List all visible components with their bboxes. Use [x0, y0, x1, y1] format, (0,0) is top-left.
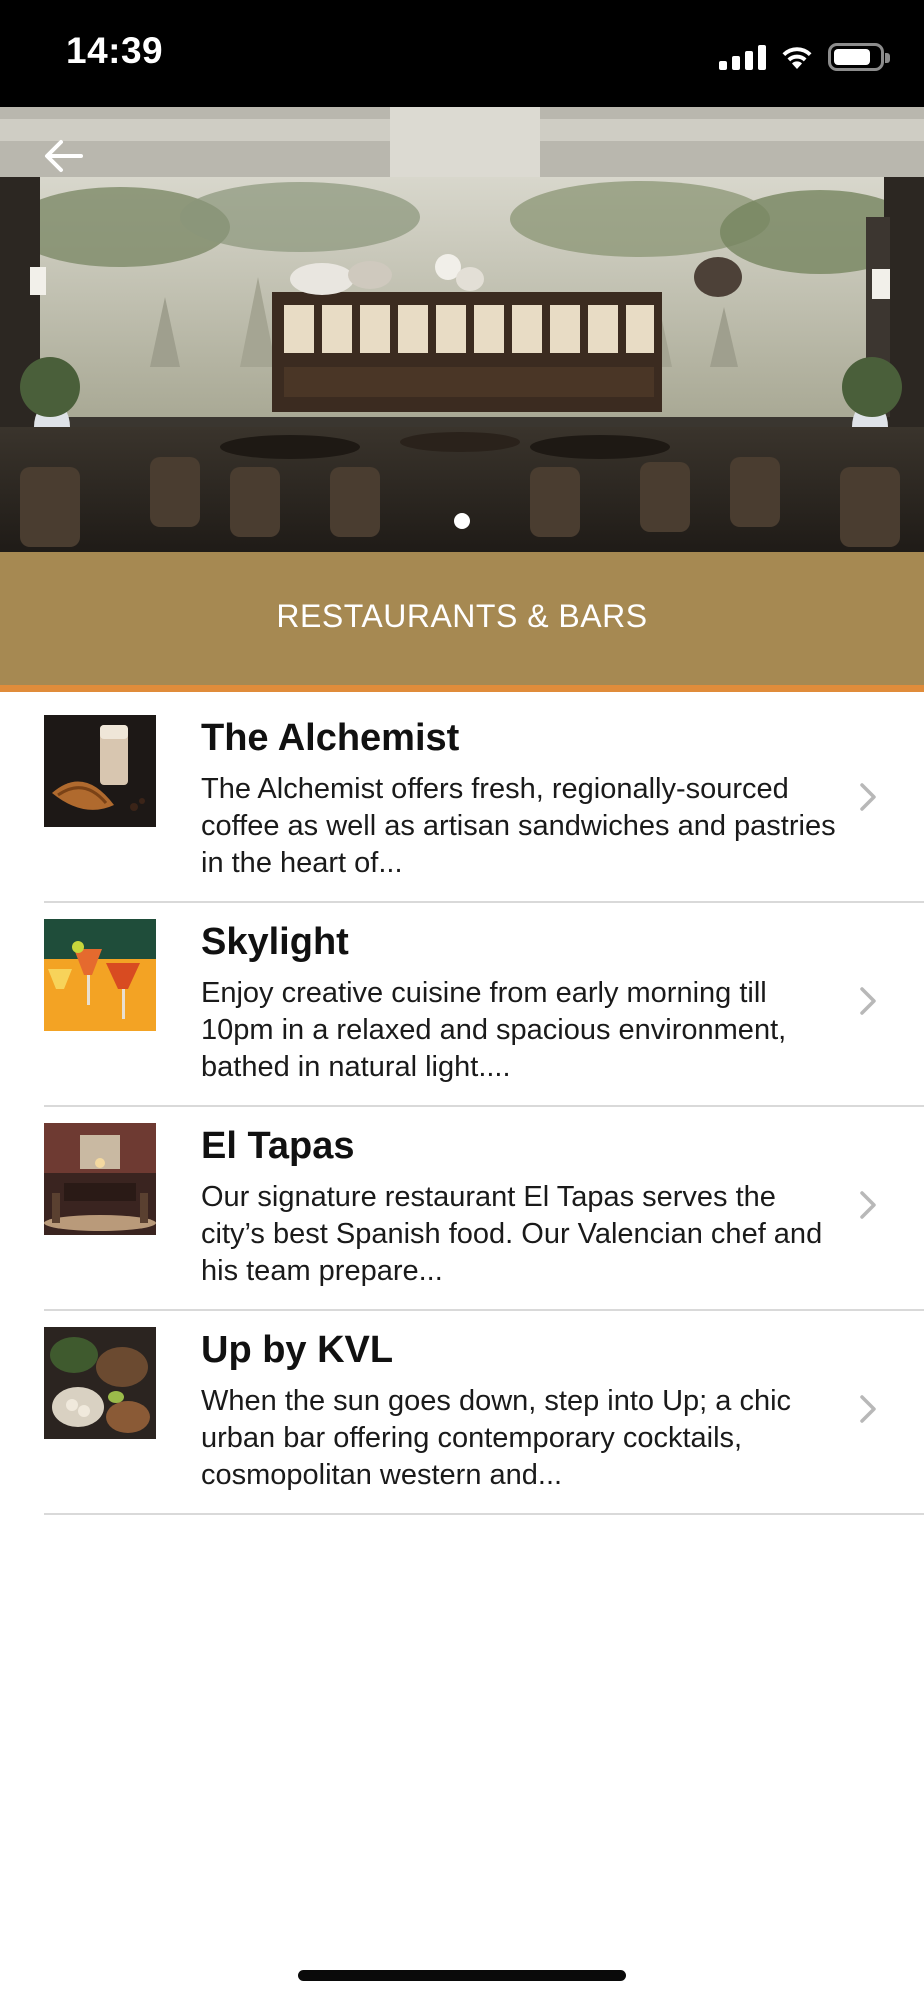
- venue-thumbnail: [44, 1327, 156, 1439]
- back-arrow-icon: [45, 140, 83, 172]
- venue-thumbnail: [44, 1123, 156, 1235]
- status-icons: [719, 40, 890, 74]
- venue-description: The Alchemist offers fresh, regionally-s…: [201, 773, 836, 879]
- venue-name: The Alchemist: [201, 717, 460, 759]
- status-bar: 14:39: [0, 0, 924, 107]
- chevron-right-icon: [860, 987, 876, 1015]
- venue-thumbnail: [44, 919, 156, 1031]
- venue-description: Enjoy creative cuisine from early mornin…: [201, 977, 787, 1083]
- home-indicator[interactable]: [298, 1970, 626, 1981]
- chevron-right-icon: [860, 1395, 876, 1423]
- battery-icon: [828, 43, 890, 71]
- chevron-right-icon: [860, 783, 876, 811]
- cellular-signal-icon: [719, 44, 766, 70]
- chevron-right-icon: [860, 1191, 876, 1219]
- venue-list: The Alchemist The Alchemist offers fresh…: [0, 699, 924, 1515]
- status-time: 14:39: [66, 30, 164, 71]
- carousel-page-dot[interactable]: [454, 513, 470, 529]
- venue-name: El Tapas: [201, 1125, 355, 1167]
- venue-description: When the sun goes down, step into Up; a …: [201, 1385, 792, 1491]
- venue-thumbnail: [44, 715, 156, 827]
- venue-name: Up by KVL: [201, 1329, 394, 1371]
- venue-description: Our signature restaurant El Tapas serves…: [201, 1181, 823, 1287]
- restaurant-interior-image: [0, 107, 924, 552]
- section-header: RESTAURANTS & BARS: [0, 552, 924, 692]
- venue-name: Skylight: [201, 921, 349, 963]
- venue-row-el-tapas[interactable]: El Tapas Our signature restaurant El Tap…: [44, 1107, 924, 1311]
- venue-row-up-by-kvl[interactable]: Up by KVL When the sun goes down, step i…: [44, 1311, 924, 1515]
- hero-image[interactable]: [0, 107, 924, 552]
- wifi-icon: [782, 47, 812, 69]
- venue-row-skylight[interactable]: Skylight Enjoy creative cuisine from ear…: [44, 903, 924, 1107]
- back-button[interactable]: [36, 129, 90, 183]
- section-title: RESTAURANTS & BARS: [276, 598, 648, 634]
- venue-row-the-alchemist[interactable]: The Alchemist The Alchemist offers fresh…: [44, 699, 924, 903]
